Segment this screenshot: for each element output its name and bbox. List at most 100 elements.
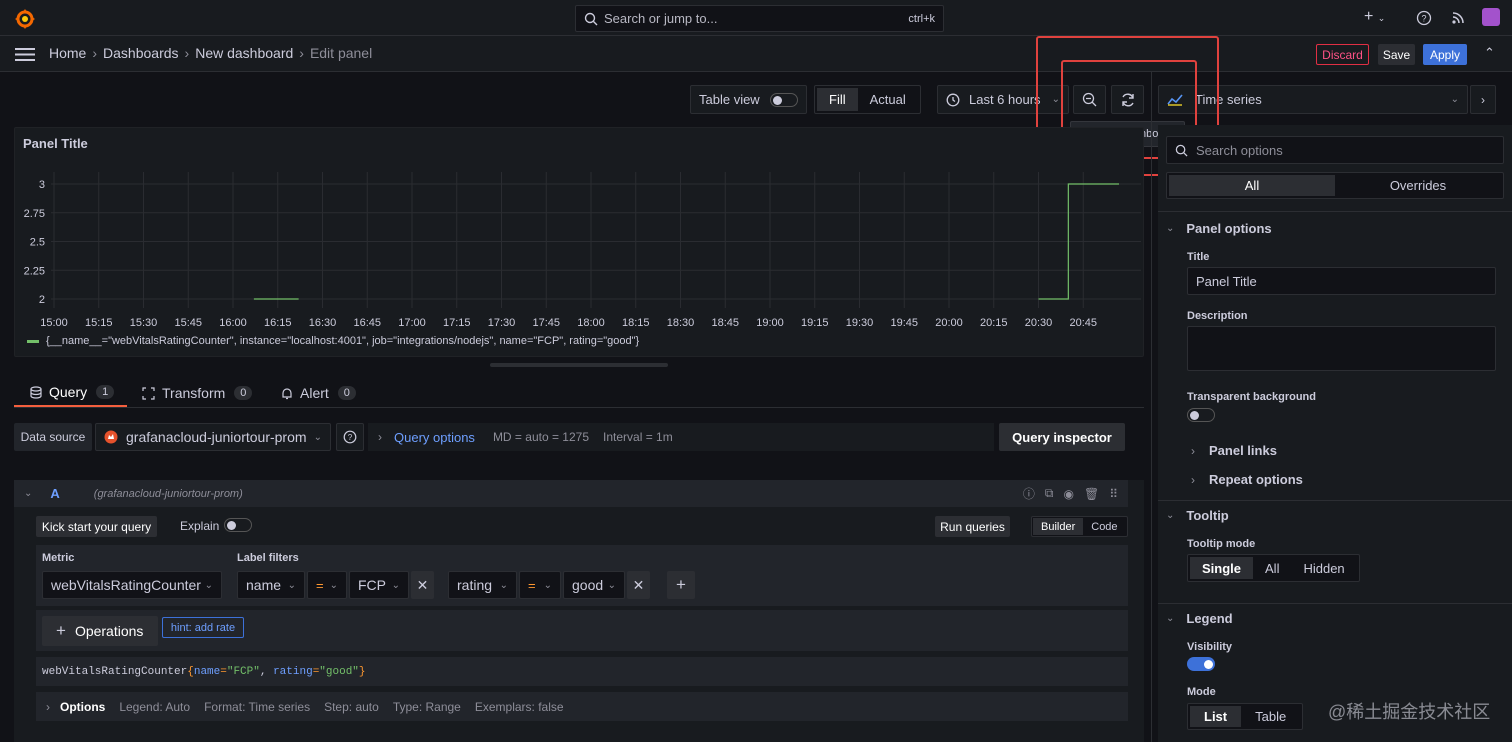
all-option[interactable]: All	[1169, 175, 1335, 196]
divider	[1158, 603, 1512, 604]
database-icon	[30, 385, 42, 399]
time-series-chart[interactable]: 15:00 15:15 15:30 15:45 16:00 16:15 16:30 16:45…	[15, 128, 1145, 358]
menu-icon[interactable]	[15, 47, 35, 62]
transparent-switch[interactable]	[1187, 408, 1215, 422]
transparent-label: Transparent background	[1187, 391, 1316, 403]
query-help-icon[interactable]: ⓘ	[1023, 485, 1035, 502]
panel-options-header[interactable]: ⌄ Panel options	[1166, 221, 1272, 236]
tab-alert[interactable]: Alert 0	[263, 379, 356, 407]
breadcrumb-dashboards[interactable]: Dashboards	[103, 45, 179, 61]
remove-filter-button[interactable]: ✕	[627, 571, 650, 599]
datasource-name: grafanacloud-juniortour-prom	[126, 429, 307, 445]
filter-operator-select[interactable]: = ⌄	[307, 571, 347, 599]
pane-divider[interactable]	[1151, 72, 1152, 742]
datasource-picker[interactable]: grafanacloud-juniortour-prom ⌄	[95, 423, 331, 451]
options-search-input[interactable]: Search options	[1166, 136, 1504, 164]
breadcrumb-home[interactable]: Home	[49, 45, 86, 61]
tooltip-mode-hidden[interactable]: Hidden	[1291, 557, 1356, 579]
metric-select[interactable]: webVitalsRatingCounter ⌄	[42, 571, 222, 599]
filter-value-select[interactable]: FCP ⌄	[349, 571, 409, 599]
tooltip-mode-all[interactable]: All	[1253, 557, 1291, 579]
chevron-down-icon: ⌄	[607, 579, 616, 591]
overrides-option[interactable]: Overrides	[1335, 175, 1501, 196]
x-tick-label: 18:45	[711, 317, 739, 329]
x-tick-label: 16:00	[219, 317, 247, 329]
legend-mode-list[interactable]: List	[1190, 706, 1242, 727]
query-ref-id[interactable]: A	[50, 486, 59, 501]
panel-links-header[interactable]: › Panel links	[1191, 443, 1277, 458]
expand-options-button[interactable]: ›	[1470, 85, 1496, 114]
help-icon[interactable]: ?	[1416, 10, 1432, 26]
operations-button[interactable]: + Operations	[42, 616, 158, 646]
panel-preview: Panel Title 15:00 15:15 15:30 15:45 16:00 16:…	[14, 127, 1144, 357]
fill-actual-toggle: Fill Actual	[814, 85, 921, 114]
drag-handle-icon[interactable]: ⠿	[1109, 487, 1118, 501]
x-tick-label: 20:30	[1025, 317, 1053, 329]
code-option[interactable]: Code	[1083, 518, 1125, 535]
fill-option[interactable]: Fill	[817, 88, 858, 111]
filter-key-select[interactable]: rating ⌄	[448, 571, 517, 599]
actual-option[interactable]: Actual	[858, 88, 918, 111]
x-tick-label: 15:30	[130, 317, 158, 329]
svg-text:?: ?	[1421, 14, 1426, 24]
run-queries-button[interactable]: Run queries	[935, 516, 1010, 537]
query-options-bar[interactable]: › Query options MD = auto = 1275 Interva…	[368, 423, 994, 451]
tooltip-mode-single[interactable]: Single	[1190, 557, 1254, 579]
hint-add-rate[interactable]: hint: add rate	[162, 617, 244, 638]
tab-transform[interactable]: Transform 0	[127, 379, 263, 407]
resize-handle[interactable]	[490, 363, 668, 367]
filter-key-select[interactable]: name ⌄	[237, 571, 305, 599]
table-view-toggle[interactable]: Table view	[690, 85, 807, 114]
title-label: Title	[1187, 251, 1210, 263]
title-input[interactable]: Panel Title	[1187, 267, 1496, 295]
table-view-switch[interactable]	[770, 92, 798, 107]
add-icon[interactable]: + ⌄	[1364, 8, 1385, 26]
query-options-label[interactable]: Query options	[394, 430, 475, 445]
chevron-down-icon: ⌄	[287, 579, 296, 591]
explain-switch[interactable]	[224, 518, 252, 532]
visibility-switch[interactable]	[1187, 657, 1215, 671]
search-icon	[584, 12, 598, 25]
max-data-points: MD = auto = 1275	[492, 430, 590, 444]
chart-legend[interactable]: {__name__="webVitalsRatingCounter", inst…	[27, 335, 639, 347]
query-options-summary[interactable]: › Options Legend: Auto Format: Time seri…	[36, 692, 1128, 721]
remove-filter-button[interactable]: ✕	[411, 571, 434, 599]
chevron-right-icon: ›	[378, 430, 382, 444]
x-tick-label: 16:45	[353, 317, 381, 329]
filter-operator-select[interactable]: = ⌄	[519, 571, 561, 599]
chevron-down-icon[interactable]: ⌄	[24, 488, 32, 499]
query-inspector-button[interactable]: Query inspector	[999, 423, 1125, 451]
toggle-visibility-icon[interactable]: ◉	[1063, 487, 1073, 501]
discard-button[interactable]: Discard	[1316, 44, 1369, 65]
save-button[interactable]: Save	[1378, 44, 1415, 65]
tab-query[interactable]: Query 1	[14, 379, 127, 407]
legend-header[interactable]: ⌄ Legend	[1166, 611, 1233, 626]
news-feed-icon[interactable]	[1450, 10, 1466, 26]
builder-option[interactable]: Builder	[1033, 518, 1084, 535]
legend-mode-table[interactable]: Table	[1241, 706, 1300, 727]
delete-query-icon[interactable]: 🗑	[1084, 487, 1099, 501]
grafana-logo-icon[interactable]	[14, 8, 36, 30]
chevron-down-icon: ⌄	[313, 431, 322, 443]
tooltip-title: Tooltip	[1186, 508, 1229, 523]
kick-start-button[interactable]: Kick start your query	[36, 516, 157, 537]
preview-metric: webVitalsRatingCounter	[42, 665, 188, 678]
tooltip-header[interactable]: ⌄ Tooltip	[1166, 508, 1229, 523]
add-filter-button[interactable]: +	[667, 571, 695, 599]
query-row-header[interactable]: ⌄ A (grafanacloud-juniortour-prom) ⓘ ⧉ ◉…	[14, 480, 1128, 507]
apply-button[interactable]: Apply	[1423, 44, 1467, 65]
tab-alert-label: Alert	[300, 385, 329, 401]
avatar[interactable]	[1482, 8, 1500, 26]
search-input[interactable]: Search or jump to... ctrl+k	[575, 5, 944, 32]
filter-value-select[interactable]: good ⌄	[563, 571, 625, 599]
divider	[1158, 211, 1512, 212]
breadcrumb-dashboard[interactable]: New dashboard	[195, 45, 293, 61]
panel-options-title: Panel options	[1186, 221, 1272, 236]
collapse-icon[interactable]: ⌃	[1484, 45, 1495, 61]
y-tick-label: 2.25	[24, 265, 45, 277]
divider	[1158, 500, 1512, 501]
duplicate-query-icon[interactable]: ⧉	[1045, 486, 1054, 501]
datasource-help-button[interactable]: ?	[336, 423, 364, 451]
description-textarea[interactable]	[1187, 326, 1496, 371]
repeat-options-header[interactable]: › Repeat options	[1191, 472, 1303, 487]
